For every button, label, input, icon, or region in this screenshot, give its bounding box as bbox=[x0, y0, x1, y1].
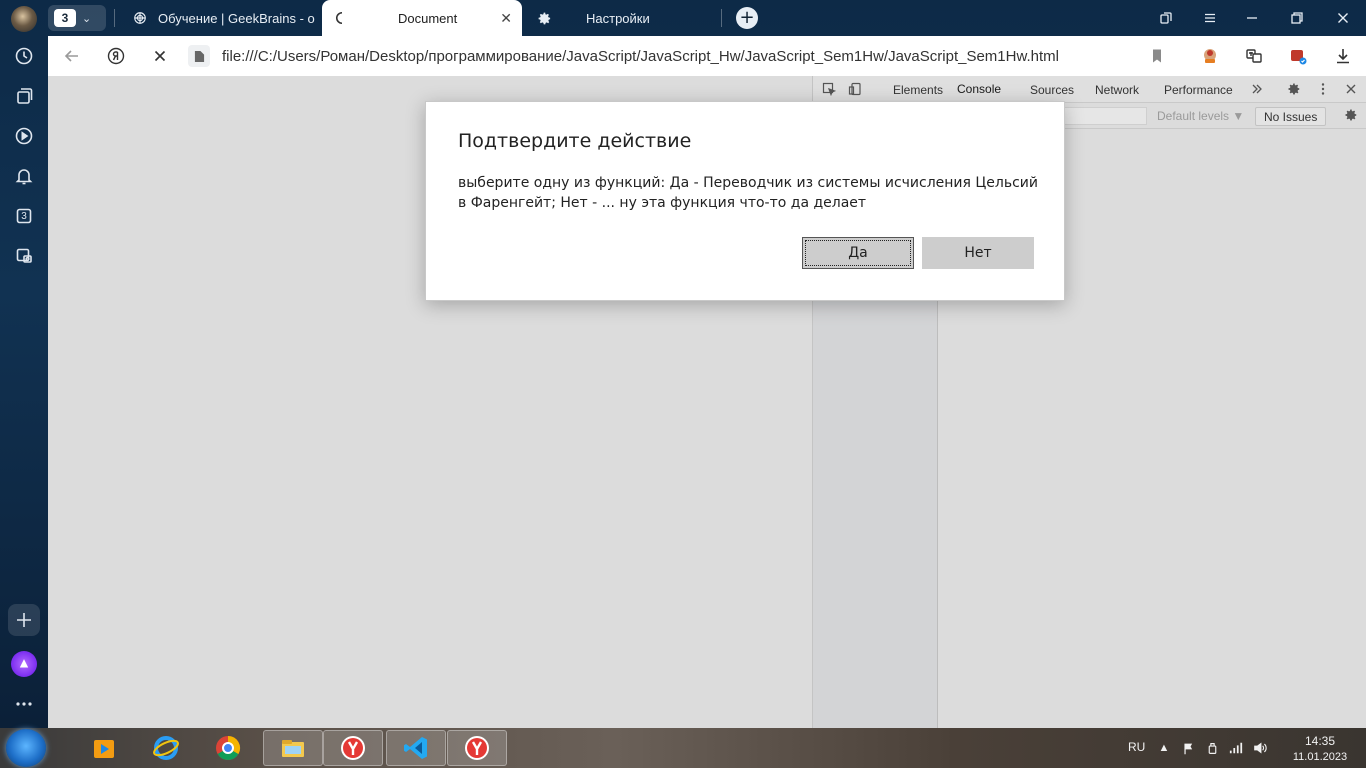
tab-label: Обучение | GeekBrains - о bbox=[158, 10, 315, 26]
log-levels-dropdown[interactable]: Default levels ▼ bbox=[1157, 109, 1244, 123]
taskbar-yandex-browser[interactable] bbox=[323, 730, 383, 766]
alice-assistant-icon[interactable] bbox=[11, 651, 37, 677]
download-icon[interactable] bbox=[1331, 44, 1355, 68]
more-tabs-chevron-icon[interactable] bbox=[1249, 81, 1265, 97]
tab-label: Document bbox=[398, 10, 458, 26]
dialog-message: выберите одну из функций: Да - Переводчи… bbox=[458, 175, 1038, 211]
volume-icon[interactable] bbox=[1252, 740, 1268, 756]
devtools-tab-network[interactable]: Network bbox=[1095, 76, 1139, 103]
clock-date[interactable]: 11.01.2023 bbox=[1284, 751, 1356, 763]
issues-button[interactable]: No Issues bbox=[1255, 107, 1327, 126]
translate-icon[interactable] bbox=[1242, 44, 1266, 68]
system-tray: RU ▲ 14:35 11.01.2023 bbox=[1120, 728, 1366, 768]
tab-group-switcher[interactable]: 3 ⌄ bbox=[48, 5, 106, 31]
taskbar-yandex-browser-2[interactable] bbox=[447, 730, 507, 766]
devtools-close-icon[interactable] bbox=[1343, 81, 1359, 97]
loading-spinner-icon bbox=[334, 10, 350, 26]
tab-settings[interactable]: Настройки bbox=[524, 0, 724, 36]
input-language[interactable]: RU bbox=[1128, 740, 1145, 754]
history-icon[interactable] bbox=[8, 40, 40, 72]
stop-loading-icon[interactable] bbox=[148, 44, 172, 68]
devtools-toolbar: Elements Console Sources Network Perform… bbox=[813, 76, 1366, 103]
file-icon bbox=[188, 45, 210, 67]
devtools-settings-gear-icon[interactable] bbox=[1286, 81, 1302, 97]
chevron-down-icon: ⌄ bbox=[82, 11, 92, 25]
bookmark-icon[interactable] bbox=[1145, 44, 1169, 68]
back-arrow-icon[interactable] bbox=[60, 44, 84, 68]
dialog-title: Подтвердите действие bbox=[458, 130, 692, 152]
tab-count-badge: 3 bbox=[54, 9, 76, 27]
yes-button[interactable]: Да bbox=[802, 237, 914, 269]
devtools-tab-sources[interactable]: Sources bbox=[1030, 76, 1074, 103]
tab-manager-icon[interactable] bbox=[1156, 8, 1176, 28]
tab-divider bbox=[721, 9, 722, 27]
address-bar-row: file:///C:/Users/Роман/Desktop/программи… bbox=[48, 36, 1366, 76]
close-window-icon[interactable] bbox=[1333, 8, 1353, 28]
taskbar: RU ▲ 14:35 11.01.2023 bbox=[0, 728, 1366, 768]
devtools-more-vertical-icon[interactable] bbox=[1315, 81, 1331, 97]
clock-time[interactable]: 14:35 bbox=[1290, 734, 1350, 748]
user-avatar[interactable] bbox=[11, 6, 37, 32]
taskbar-vscode[interactable] bbox=[386, 730, 446, 766]
taskbar-explorer[interactable] bbox=[263, 730, 323, 766]
confirm-dialog: Подтвердите действие выберите одну из фу… bbox=[425, 101, 1065, 301]
restore-window-icon[interactable] bbox=[1287, 8, 1307, 28]
url-text: file:///C:/Users/Роман/Desktop/программи… bbox=[222, 47, 1059, 65]
start-button[interactable] bbox=[6, 729, 46, 767]
video-play-icon[interactable] bbox=[8, 120, 40, 152]
console-filter-input[interactable] bbox=[1063, 107, 1147, 125]
sidebar-counter: 3 bbox=[21, 210, 27, 222]
taskbar-internet-explorer[interactable] bbox=[136, 730, 196, 766]
network-signal-icon[interactable] bbox=[1228, 740, 1244, 756]
geekbrains-favicon-icon bbox=[132, 10, 148, 26]
tab-label: Настройки bbox=[586, 10, 650, 26]
browser-sidebar: 3 bbox=[0, 0, 48, 728]
minimize-icon[interactable] bbox=[1242, 8, 1262, 28]
action-center-flag-icon[interactable] bbox=[1180, 740, 1196, 756]
devtools-tab-console[interactable]: Console bbox=[953, 76, 1006, 103]
console-settings-gear-icon[interactable] bbox=[1343, 107, 1359, 123]
device-toolbar-icon[interactable] bbox=[847, 81, 863, 97]
new-tab-button[interactable]: + bbox=[736, 7, 758, 29]
bell-icon[interactable] bbox=[8, 160, 40, 192]
screenshot-icon[interactable] bbox=[8, 240, 40, 272]
extension-avatar-icon[interactable] bbox=[1198, 44, 1222, 68]
add-panel-button[interactable] bbox=[8, 604, 40, 636]
url-field[interactable]: file:///C:/Users/Роман/Desktop/программи… bbox=[188, 42, 1178, 70]
devtools-tab-elements[interactable]: Elements bbox=[893, 76, 943, 103]
no-button[interactable]: Нет bbox=[922, 237, 1034, 269]
menu-hamburger-icon[interactable] bbox=[1200, 8, 1220, 28]
tab-strip: 3 ⌄ Обучение | GeekBrains - о Document ✕… bbox=[48, 0, 1366, 36]
collections-icon[interactable] bbox=[8, 80, 40, 112]
show-hidden-icons-icon[interactable]: ▲ bbox=[1156, 740, 1172, 756]
tab-geekbrains[interactable]: Обучение | GeekBrains - о bbox=[120, 0, 320, 36]
removable-device-icon[interactable] bbox=[1204, 740, 1220, 756]
tabs-counter-icon[interactable]: 3 bbox=[8, 200, 40, 232]
tab-divider bbox=[114, 9, 115, 27]
inspect-element-icon[interactable] bbox=[821, 81, 837, 97]
devtools-tab-performance[interactable]: Performance bbox=[1164, 76, 1233, 103]
extension-badge-icon[interactable] bbox=[1286, 44, 1310, 68]
gear-icon bbox=[536, 10, 552, 26]
taskbar-media-player[interactable] bbox=[74, 730, 134, 766]
tab-document[interactable]: Document ✕ bbox=[322, 0, 522, 36]
yandex-logo-icon[interactable] bbox=[104, 44, 128, 68]
more-dots-icon[interactable] bbox=[8, 688, 40, 720]
close-tab-icon[interactable]: ✕ bbox=[500, 10, 512, 27]
taskbar-chrome[interactable] bbox=[198, 730, 258, 766]
